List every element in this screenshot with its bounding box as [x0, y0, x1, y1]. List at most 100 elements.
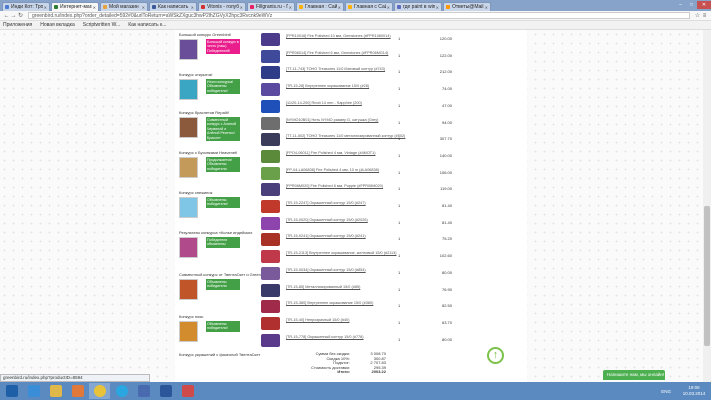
- contest-thumbnail[interactable]: [179, 279, 198, 300]
- taskbar-skype-icon[interactable]: [111, 383, 132, 399]
- product-image[interactable]: [261, 183, 280, 197]
- star-icon[interactable]: ☆: [694, 12, 701, 19]
- product-image[interactable]: [261, 66, 280, 80]
- browser-tab[interactable]: Главная с Сайт ма✕: [345, 2, 393, 11]
- product-link[interactable]: [TR-15-0020] Окрашенный контур 15/0 (#20…: [286, 218, 406, 223]
- bookmark-item[interactable]: Scriptwritten W...: [83, 22, 121, 28]
- language-indicator[interactable]: ENG: [661, 389, 671, 394]
- product-image[interactable]: [261, 300, 280, 314]
- contest-title[interactable]: Совместный конкурс от ТвентаСкет и Green…: [179, 272, 269, 277]
- product-image[interactable]: [261, 83, 280, 97]
- taskbar-word-icon[interactable]: [155, 383, 176, 399]
- minimize-button[interactable]: –: [675, 1, 686, 9]
- product-link[interactable]: [TR-15-778] Окрашенный контур 15/0 (#778…: [286, 335, 406, 340]
- product-link[interactable]: [TR-15-2113] Внутреннее окрашивание, жел…: [286, 251, 406, 256]
- tab-close-icon[interactable]: ✕: [436, 5, 439, 10]
- clock[interactable]: 19:06 10.03.2014: [681, 385, 707, 397]
- menu-icon[interactable]: ≡: [701, 13, 708, 19]
- taskbar-chrome-icon[interactable]: [89, 383, 110, 399]
- contest-badge[interactable]: Большой конкурс в честь (наш) Победителе…: [206, 39, 240, 55]
- tab-close-icon[interactable]: ✕: [93, 5, 96, 10]
- tab-close-icon[interactable]: ✕: [485, 5, 488, 10]
- contest-badge[interactable]: Продолжается! Объявлены победители: [206, 157, 240, 173]
- contest-title[interactable]: Большой конкурс Greenbird!: [179, 32, 269, 37]
- product-link[interactable]: [TR-15-85] Металлизированный 15/0 (#85): [286, 285, 406, 290]
- contest-badge[interactable]: Итоги конкурса! Объявлены победители!: [206, 79, 240, 95]
- forward-icon[interactable]: →: [10, 13, 17, 19]
- product-link[interactable]: [FPR06014] Fire Polished 6 мм, Gemstones…: [286, 51, 406, 56]
- contest-thumbnail[interactable]: [179, 237, 198, 258]
- browser-tab[interactable]: Интернет-магаз✕: [51, 2, 99, 11]
- contest-badge[interactable]: Победители объявлены: [206, 237, 240, 248]
- browser-tab[interactable]: Vitonis - голубое✕: [198, 2, 246, 11]
- contest-thumbnail[interactable]: [179, 321, 198, 342]
- product-image[interactable]: [261, 116, 280, 130]
- product-image[interactable]: [261, 200, 280, 213]
- product-image[interactable]: [261, 99, 280, 113]
- product-link[interactable]: [TR-15-28] Внутреннее окрашивание 15/0 (…: [286, 84, 406, 89]
- scrollbar-thumb[interactable]: [704, 206, 710, 346]
- tab-close-icon[interactable]: ✕: [289, 5, 292, 10]
- product-image[interactable]: [261, 316, 280, 330]
- product-link[interactable]: [FPR10016] Fire Polished 10 мм, Gemstone…: [286, 34, 406, 39]
- back-icon[interactable]: ←: [3, 13, 10, 19]
- taskbar-media-icon[interactable]: [67, 383, 88, 399]
- product-link[interactable]: [FPR06M020] Fire Polished 6 мм, Pupple (…: [286, 184, 406, 189]
- browser-tab[interactable]: Мой магазин ✕: [100, 2, 148, 11]
- start-button[interactable]: [1, 383, 22, 399]
- tab-close-icon[interactable]: ✕: [387, 5, 390, 10]
- contest-thumbnail[interactable]: [179, 117, 198, 138]
- product-link[interactable]: [TT-11-743] TOHO Treasures 11/0 Матовый …: [286, 67, 406, 72]
- reload-icon[interactable]: ↻: [17, 12, 24, 19]
- product-image[interactable]: [261, 333, 280, 347]
- browser-tab[interactable]: где paint в windo✕: [394, 2, 442, 11]
- browser-tab[interactable]: Главная : Сайт ма✕: [296, 2, 344, 11]
- contest-thumbnail[interactable]: [179, 79, 198, 100]
- product-image[interactable]: [261, 49, 280, 63]
- contest-title[interactable]: Конкурс снежинок: [179, 190, 269, 195]
- product-link[interactable]: [TR-15-2247] Окрашенный контур 15/0 (#24…: [286, 201, 406, 206]
- contest-title[interactable]: Конкурс с Бусинками Heavenet!: [179, 150, 269, 155]
- chat-widget[interactable]: Напишите нам, мы онлайн!: [603, 370, 665, 380]
- product-link[interactable]: [TT-11-502] TOHO Treasures 11/0 металлиз…: [286, 134, 406, 139]
- product-image[interactable]: [261, 283, 280, 297]
- product-image[interactable]: [261, 233, 280, 247]
- contest-title[interactable]: Конкурс открыток!: [179, 72, 269, 77]
- product-image[interactable]: [261, 33, 280, 46]
- browser-tab[interactable]: Fillgranis.ru - Прог✕: [247, 2, 295, 11]
- contest-title[interactable]: Конкурс браслетов Repalit!: [179, 110, 269, 115]
- product-link[interactable]: [TR-15-0241] Окрашенный контур 15/0 (#24…: [286, 234, 406, 239]
- product-image[interactable]: [261, 250, 280, 264]
- tab-close-icon[interactable]: ✕: [142, 5, 145, 10]
- tab-close-icon[interactable]: ✕: [240, 5, 243, 10]
- product-link[interactable]: [NYMO10B01] Нить NYMO размер D, катушка …: [286, 118, 406, 123]
- contest-badge[interactable]: Объявлены победители: [206, 279, 240, 290]
- product-link[interactable]: [FPO4-06011] Fire Polished 4 мм, Vintage…: [286, 151, 406, 156]
- product-image[interactable]: [261, 133, 280, 147]
- browser-tab[interactable]: Инди Кот: Тро ✕: [2, 2, 50, 11]
- contest-badge[interactable]: Совместный конкурс с Алиной Червиной и А…: [206, 117, 240, 142]
- product-link[interactable]: [TR-15-0034] Окрашенный контур 15/0 (#85…: [286, 268, 406, 273]
- taskbar-ie-icon[interactable]: [23, 383, 44, 399]
- browser-tab[interactable]: Как написать по✕: [149, 2, 197, 11]
- bookmark-item[interactable]: Новая вкладка: [40, 22, 74, 28]
- contest-badge[interactable]: Объявлены победители!: [206, 321, 240, 332]
- tab-close-icon[interactable]: ✕: [191, 5, 194, 10]
- url-input[interactable]: greenbird.ru/index.php?order_detailed=59…: [28, 12, 690, 19]
- contest-title[interactable]: Конкурс пояс: [179, 314, 269, 319]
- product-link[interactable]: [11/20-14-200] Rivoli 14 mm - Sapphire (…: [286, 101, 406, 106]
- product-link[interactable]: [TR-15-380] Внутреннее окрашивание 15/0 …: [286, 301, 406, 306]
- taskbar-photo-icon[interactable]: [133, 383, 154, 399]
- contest-thumbnail[interactable]: [179, 157, 198, 178]
- product-link[interactable]: [TR-15-40] Непрозрачный 15/0 (#40): [286, 318, 406, 323]
- taskbar-paint-icon[interactable]: [177, 383, 198, 399]
- contest-thumbnail[interactable]: [179, 197, 198, 218]
- contest-badge[interactable]: Объявлены победители!: [206, 197, 240, 208]
- product-link[interactable]: [FP-04-LA06838] Fire Polished 4 мм, 10 m…: [286, 168, 406, 173]
- product-image[interactable]: [261, 166, 280, 180]
- tab-close-icon[interactable]: ✕: [338, 5, 341, 10]
- scrollbar[interactable]: [703, 30, 711, 382]
- browser-tab[interactable]: Ответы@Mail.Ru✕: [443, 2, 491, 11]
- tab-close-icon[interactable]: ✕: [44, 5, 47, 10]
- product-image[interactable]: [261, 216, 280, 230]
